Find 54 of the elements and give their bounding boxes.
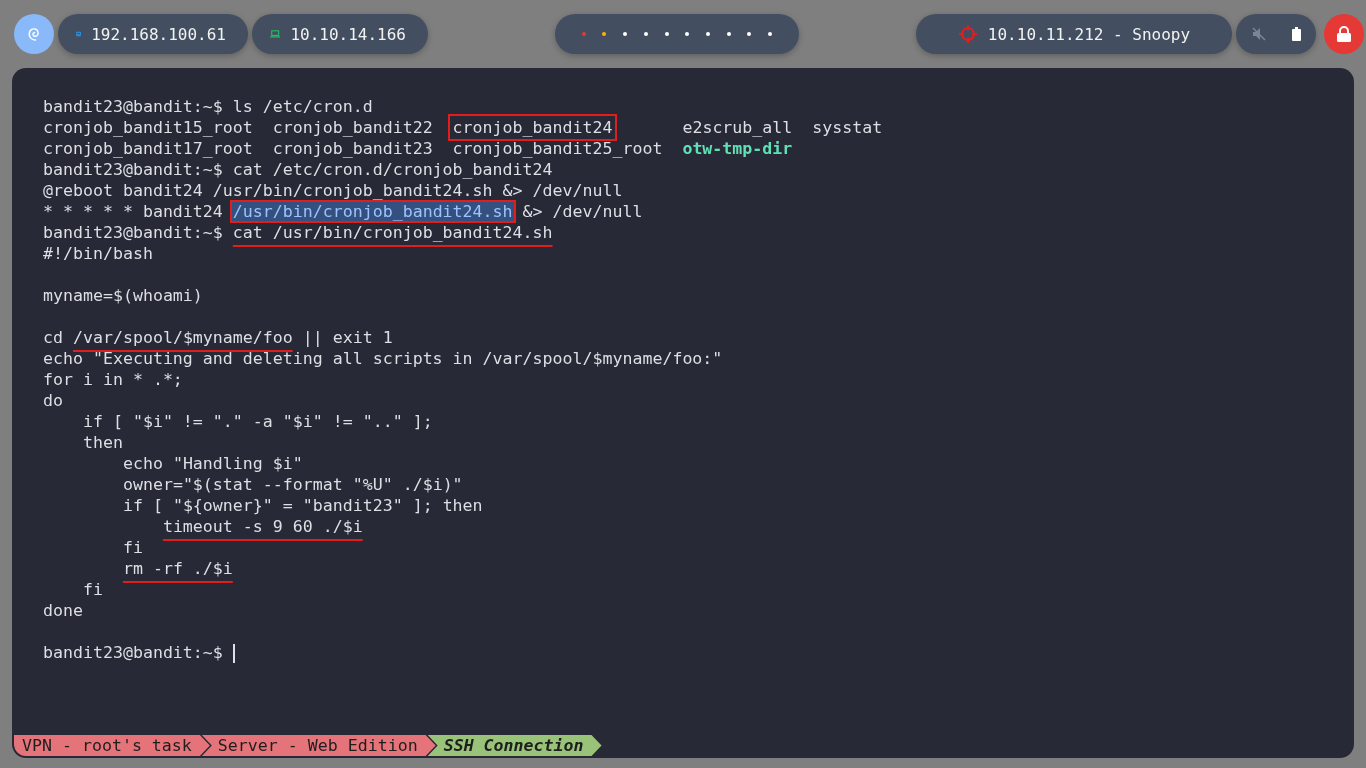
workspace-dot[interactable] <box>768 32 773 36</box>
terminal-text: || exit 1 <box>302 328 393 347</box>
lock-button[interactable] <box>1324 14 1364 54</box>
selected-text: /usr/bin/cronjob_bandit24.sh <box>229 200 516 223</box>
terminal-text: cd <box>43 328 64 347</box>
crosshair-icon <box>957 24 978 44</box>
terminal-text: cronjob_bandit17_root cronjob_bandit23 cronjob_bandit25_root <box>43 139 664 158</box>
terminal-text: if [ "${owner}" = "bandit23" ]; then <box>122 496 483 515</box>
workspace-dot[interactable] <box>726 32 731 36</box>
terminal-text: for i in * .*; <box>43 370 183 389</box>
status-segment: VPN - root's task <box>14 735 210 756</box>
workspace-dot[interactable] <box>664 32 669 36</box>
terminal-text: fi <box>82 580 103 599</box>
terminal-text: bandit23@bandit:~$ ls /etc/cron.d <box>43 97 373 116</box>
status-segment: SSH Connection <box>427 735 602 756</box>
terminal-text: #!/bin/bash <box>43 244 153 263</box>
distro-logo-button[interactable] <box>14 14 54 54</box>
terminal-text: echo "Handling $i" <box>122 454 303 473</box>
terminal-text: e2scrub_all sysstat <box>682 118 883 137</box>
directory-name: otw-tmp-dir <box>682 139 793 158</box>
terminal-text: bandit23@bandit:~$ <box>43 643 224 662</box>
workspace-dot[interactable] <box>643 32 648 36</box>
terminal-text: bandit23@bandit:~$ <box>43 223 224 242</box>
terminal-text: echo "Executing and deleting all scripts in /var/spool/$myname/foo:" <box>43 349 723 368</box>
battery-icon[interactable] <box>1291 27 1301 41</box>
terminal-text: bandit23@bandit:~$ cat /etc/cron.d/cronjob_bandit24 <box>43 160 553 179</box>
terminal-text: fi <box>122 538 143 557</box>
workspace-dot[interactable] <box>685 32 690 36</box>
target-label: 10.10.11.212 - Snoopy <box>987 24 1191 44</box>
terminal-text: * * * * * bandit24 <box>43 202 224 221</box>
terminal-text: cronjob_bandit15_root cronjob_bandit22 <box>43 118 434 137</box>
workspace-dot[interactable] <box>747 32 752 36</box>
workspace-dot[interactable] <box>623 32 628 36</box>
terminal-text: myname=$(whoami) <box>43 286 203 305</box>
terminal-text: then <box>82 433 123 452</box>
terminal-text: &> /dev/null <box>522 202 643 221</box>
workspace-dot[interactable] <box>581 32 586 36</box>
underlined-text: rm -rf ./$i <box>122 559 233 578</box>
terminal-text: do <box>43 391 63 410</box>
padlock-icon <box>1337 26 1351 42</box>
text-cursor <box>232 644 235 663</box>
workspace-dot[interactable] <box>706 32 711 36</box>
status-segment: Server - Web Edition <box>201 735 436 756</box>
terminal-text: done <box>43 601 83 620</box>
terminal-text: @reboot bandit24 /usr/bin/cronjob_bandit24.sh &> /dev/null <box>43 181 623 200</box>
ip-address: 192.168.100.61 <box>91 24 226 44</box>
workspace-dot[interactable] <box>602 32 607 36</box>
ip-address: 10.10.14.166 <box>290 24 406 44</box>
underlined-text: cat /usr/bin/cronjob_bandit24.sh <box>232 223 553 242</box>
underlined-text: timeout -s 9 60 ./$i <box>162 517 363 536</box>
boxed-text: cronjob_bandit24 <box>447 114 618 141</box>
terminal-text: if [ "$i" != "." -a "$i" != ".." ]; <box>82 412 433 431</box>
terminal-text: owner="$(stat --format "%U" ./$i)" <box>122 475 463 494</box>
underlined-text: /var/spool/$myname/foo <box>73 328 293 347</box>
